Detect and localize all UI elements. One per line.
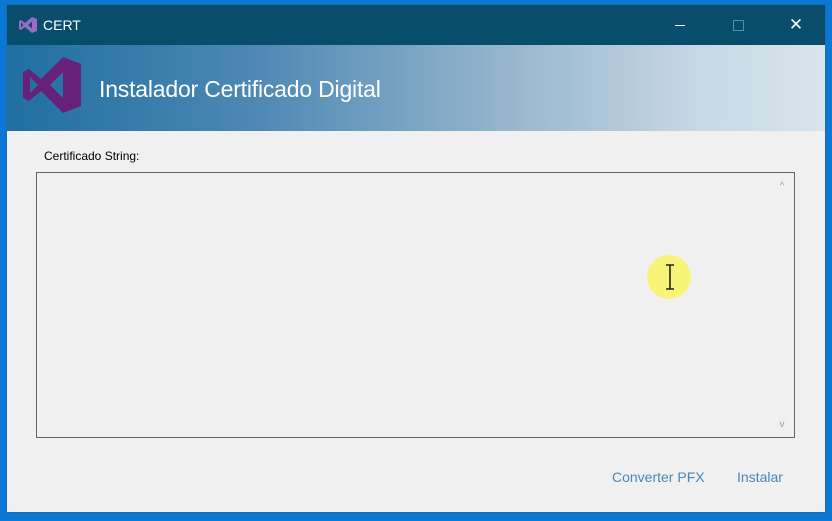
close-button[interactable]: ✕ xyxy=(773,5,819,45)
scroll-up-icon[interactable]: ^ xyxy=(773,177,791,195)
certificado-string-label: Certificado String: xyxy=(44,149,140,163)
maximize-button[interactable] xyxy=(715,5,761,45)
app-window: CERT ✕ Instalador Certificado Digital Ce… xyxy=(6,4,826,513)
vertical-scrollbar[interactable]: ^ v xyxy=(771,173,793,437)
maximize-icon xyxy=(732,19,744,31)
header-banner: Instalador Certificado Digital xyxy=(7,45,825,131)
certificado-string-input[interactable] xyxy=(37,173,767,437)
minimize-icon xyxy=(675,24,685,26)
app-icon xyxy=(19,17,37,33)
banner-title: Instalador Certificado Digital xyxy=(99,76,381,102)
text-cursor-icon xyxy=(666,264,674,290)
certificado-string-field[interactable]: ^ v xyxy=(36,172,795,438)
converter-pfx-button[interactable]: Converter PFX xyxy=(612,469,705,485)
title-bar[interactable]: CERT ✕ xyxy=(7,5,825,45)
visual-studio-logo-icon xyxy=(23,57,81,113)
window-title: CERT xyxy=(43,17,81,33)
close-icon: ✕ xyxy=(788,15,804,34)
instalar-button[interactable]: Instalar xyxy=(737,469,783,485)
minimize-button[interactable] xyxy=(657,5,703,45)
scroll-down-icon[interactable]: v xyxy=(773,415,791,433)
